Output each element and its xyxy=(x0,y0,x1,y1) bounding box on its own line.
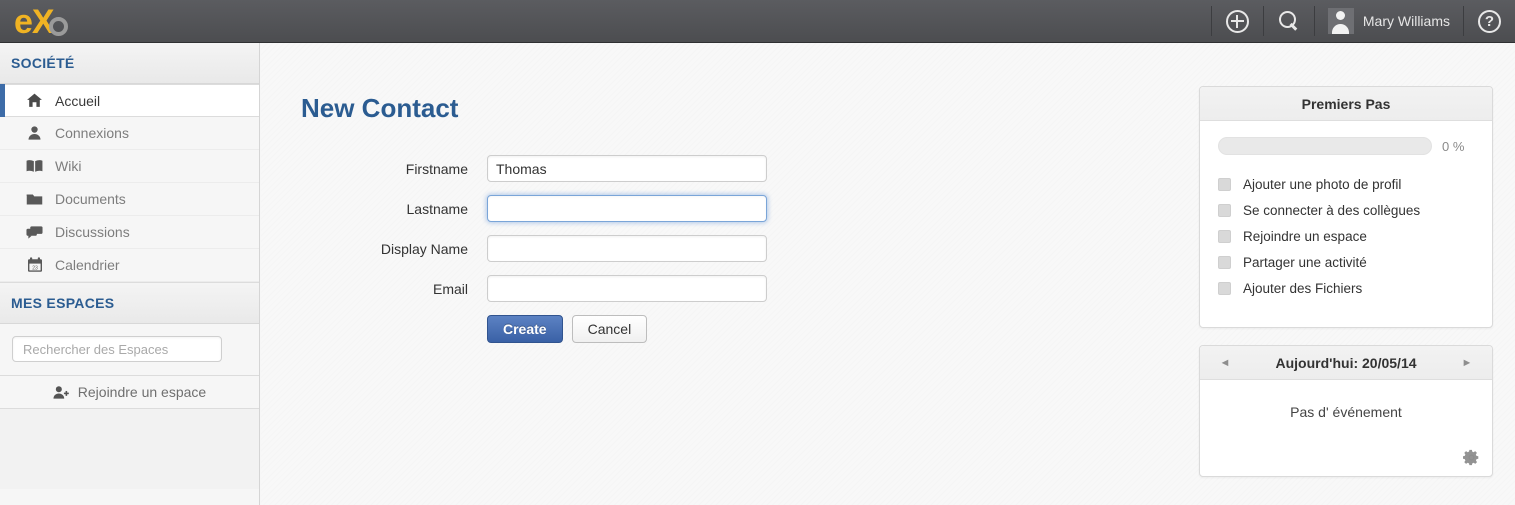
space-search-input[interactable] xyxy=(12,336,222,362)
join-space-button[interactable]: Rejoindre un espace xyxy=(0,376,259,409)
checkbox-icon[interactable] xyxy=(1218,178,1231,191)
task-item[interactable]: Rejoindre un espace xyxy=(1218,229,1474,244)
user-menu[interactable]: Mary Williams xyxy=(1315,0,1463,43)
checkbox-icon[interactable] xyxy=(1218,282,1231,295)
user-name: Mary Williams xyxy=(1362,13,1450,29)
add-person-icon xyxy=(53,385,69,400)
agenda-body: Pas d' événement xyxy=(1200,380,1492,476)
email-label: Email xyxy=(432,280,468,297)
task-label: Se connecter à des collègues xyxy=(1243,203,1421,218)
getting-started-body: 0 % Ajouter une photo de profil Se conne… xyxy=(1200,121,1492,327)
form-row-lastname: Lastname xyxy=(301,195,821,222)
display-name-label: Display Name xyxy=(380,240,468,257)
logo-o-circle-icon xyxy=(48,16,68,36)
sidebar-filler xyxy=(0,409,259,489)
sidebar-item-discussions[interactable]: Discussions xyxy=(0,216,259,249)
cancel-button[interactable]: Cancel xyxy=(571,315,648,343)
lastname-label: Lastname xyxy=(406,200,468,217)
avatar xyxy=(1327,8,1354,34)
sidebar-item-label: Connexions xyxy=(55,125,129,141)
sidebar-item-label: Discussions xyxy=(55,224,130,240)
lastname-input[interactable] xyxy=(487,195,767,222)
plus-circle-icon xyxy=(1225,9,1249,33)
join-space-label: Rejoindre un espace xyxy=(77,384,207,400)
sidebar-item-accueil[interactable]: Accueil xyxy=(0,84,259,117)
form-row-display-name: Display Name xyxy=(301,235,821,262)
create-button[interactable]: Create xyxy=(487,315,563,343)
book-icon xyxy=(26,158,43,175)
agenda-header: ◄ Aujourd'hui: 20/05/14 ► xyxy=(1200,346,1492,380)
display-name-input[interactable] xyxy=(487,235,767,262)
top-bar: eX Mary Williams ? xyxy=(0,0,1515,43)
page-title: New Contact xyxy=(301,93,459,123)
logo-text: eX xyxy=(14,2,55,41)
top-bar-actions: Mary Williams ? xyxy=(1210,0,1515,43)
calendar-icon: 23 xyxy=(26,257,43,274)
space-search-wrapper xyxy=(0,324,259,376)
task-label: Ajouter des Fichiers xyxy=(1243,281,1363,296)
agenda-panel: ◄ Aujourd'hui: 20/05/14 ► Pas d' événeme… xyxy=(1199,345,1493,477)
previous-day-button[interactable]: ◄ xyxy=(1212,346,1238,380)
sidebar-nav: Accueil Connexions Wiki Documents Discus xyxy=(0,84,259,283)
form-row-firstname: Firstname xyxy=(301,155,821,182)
agenda-title: Aujourd'hui: 20/05/14 xyxy=(1275,354,1417,371)
search-button[interactable] xyxy=(1264,0,1314,43)
sidebar-item-calendrier[interactable]: 23 Calendrier xyxy=(0,249,259,282)
getting-started-panel: Premiers Pas 0 % Ajouter une photo de pr… xyxy=(1199,86,1493,328)
sidebar-item-label: Accueil xyxy=(55,92,101,109)
agenda-empty-text: Pas d' événement xyxy=(1290,404,1402,420)
task-label: Rejoindre un espace xyxy=(1243,229,1367,244)
sidebar-item-label: Documents xyxy=(55,191,126,207)
sidebar-section-mes-espaces: MES ESPACES xyxy=(0,283,259,324)
next-day-button[interactable]: ► xyxy=(1454,346,1480,380)
espaces-body: Rejoindre un espace xyxy=(0,324,259,489)
checkbox-icon[interactable] xyxy=(1218,204,1231,217)
progress-label: 0 % xyxy=(1442,138,1465,154)
gear-icon[interactable] xyxy=(1463,449,1480,466)
help-icon: ? xyxy=(1478,9,1501,33)
search-icon xyxy=(1278,10,1300,32)
checkbox-icon[interactable] xyxy=(1218,256,1231,269)
task-item[interactable]: Ajouter une photo de profil xyxy=(1218,177,1474,192)
home-icon xyxy=(26,92,43,109)
checkbox-icon[interactable] xyxy=(1218,230,1231,243)
sidebar-section-societe: SOCIÉTÉ xyxy=(0,43,259,84)
sidebar-item-label: Calendrier xyxy=(55,257,120,273)
exo-logo[interactable]: eX xyxy=(14,0,68,43)
folder-icon xyxy=(26,191,43,208)
getting-started-title: Premiers Pas xyxy=(1200,87,1492,121)
task-label: Ajouter une photo de profil xyxy=(1243,177,1402,192)
task-item[interactable]: Partager une activité xyxy=(1218,255,1474,270)
form-row-email: Email xyxy=(301,275,821,302)
sidebar-item-wiki[interactable]: Wiki xyxy=(0,150,259,183)
progress-row: 0 % xyxy=(1218,137,1474,155)
task-item[interactable]: Ajouter des Fichiers xyxy=(1218,281,1474,296)
sidebar: SOCIÉTÉ Accueil Connexions Wiki Document… xyxy=(0,43,260,505)
main-content: New Contact Firstname Lastname Display N… xyxy=(261,43,1515,505)
sidebar-item-connexions[interactable]: Connexions xyxy=(0,117,259,150)
sidebar-item-label: Wiki xyxy=(55,158,82,174)
new-contact-form: Firstname Lastname Display Name Email Cr… xyxy=(301,155,821,343)
sidebar-item-documents[interactable]: Documents xyxy=(0,183,259,216)
add-button[interactable] xyxy=(1212,0,1263,43)
task-item[interactable]: Se connecter à des collègues xyxy=(1218,203,1474,218)
task-label: Partager une activité xyxy=(1243,255,1367,270)
help-button[interactable]: ? xyxy=(1464,0,1515,43)
email-input[interactable] xyxy=(487,275,767,302)
svg-text:23: 23 xyxy=(32,265,38,271)
form-actions: Create Cancel xyxy=(487,315,821,343)
firstname-label: Firstname xyxy=(405,160,468,177)
firstname-input[interactable] xyxy=(487,155,767,182)
person-icon xyxy=(26,125,43,142)
progress-bar xyxy=(1218,137,1432,155)
chat-icon xyxy=(26,224,43,241)
